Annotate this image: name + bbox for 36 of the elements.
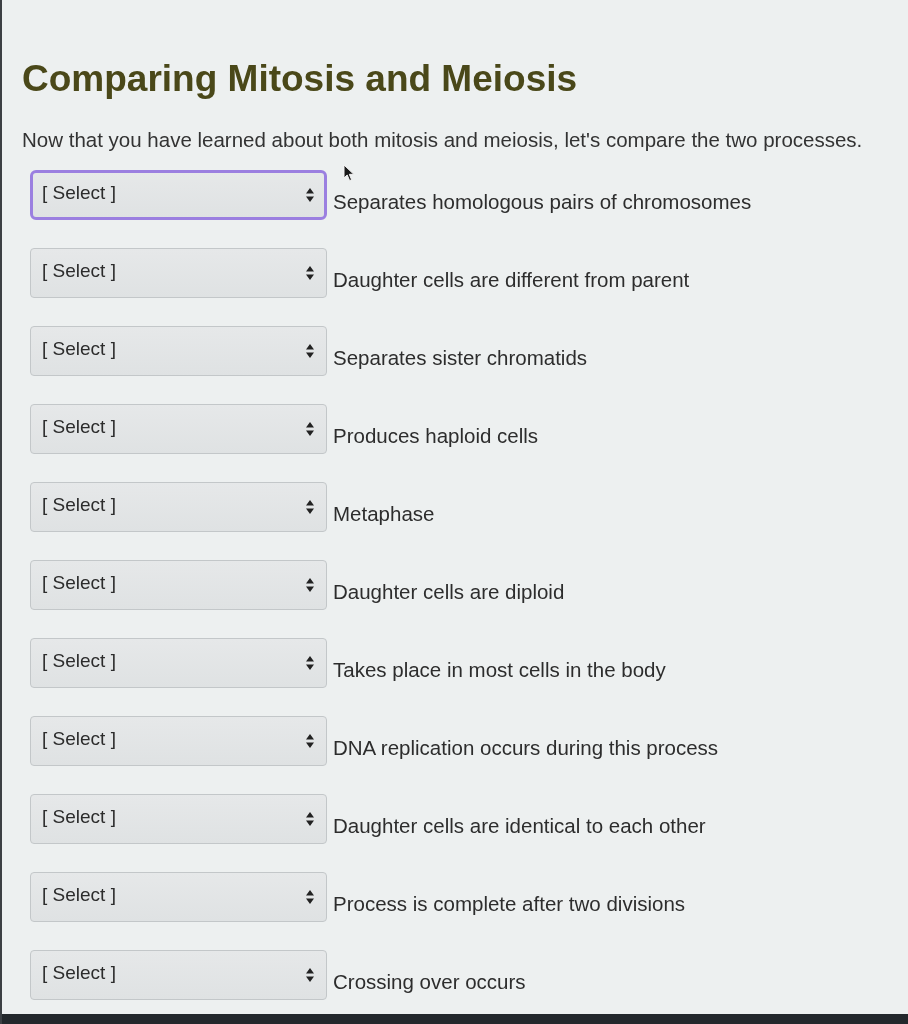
statement-text: Crossing over occurs — [333, 969, 526, 994]
statement-text: Metaphase — [333, 501, 435, 526]
up-down-arrows-icon — [306, 266, 314, 280]
statement-text: Produces haploid cells — [333, 423, 539, 448]
statement-text: Separates sister chromatids — [333, 345, 588, 370]
select-dropdown[interactable]: [ Select ] — [30, 248, 327, 298]
select-dropdown[interactable]: [ Select ] — [30, 482, 327, 532]
up-down-arrows-icon — [306, 344, 314, 358]
select-dropdown[interactable]: [ Select ] — [30, 560, 327, 610]
mouse-pointer-icon — [343, 164, 355, 182]
statement-text: Daughter cells are different from parent — [333, 267, 690, 292]
statement-text: Process is complete after two divisions — [333, 891, 686, 916]
page-title: Comparing Mitosis and Meiosis — [22, 57, 578, 101]
up-down-arrows-icon — [306, 500, 314, 514]
statement-text: Daughter cells are diploid — [333, 579, 565, 604]
select-dropdown[interactable]: [ Select ] — [30, 638, 327, 688]
select-dropdown[interactable]: [ Select ] — [30, 716, 327, 766]
up-down-arrows-icon — [306, 422, 314, 436]
up-down-arrows-icon — [306, 968, 314, 982]
select-dropdown[interactable]: [ Select ] — [30, 404, 327, 454]
up-down-arrows-icon — [306, 656, 314, 670]
up-down-arrows-icon — [306, 578, 314, 592]
select-dropdown[interactable]: [ Select ] — [30, 794, 327, 844]
statement-text: Daughter cells are identical to each other — [333, 813, 706, 838]
up-down-arrows-icon — [306, 734, 314, 748]
intro-text: Now that you have learned about both mitosis and meiosis, let's compare the two processes. — [22, 128, 863, 152]
statement-text: Separates homologous pairs of chromosomes — [333, 189, 752, 214]
select-dropdown[interactable]: [ Select ] — [30, 326, 327, 376]
statement-text: Takes place in most cells in the body — [333, 657, 666, 682]
select-dropdown[interactable]: [ Select ] — [30, 872, 327, 922]
up-down-arrows-icon — [306, 812, 314, 826]
select-dropdown[interactable]: [ Select ] — [30, 950, 327, 1000]
up-down-arrows-icon — [306, 890, 314, 904]
select-dropdown[interactable]: [ Select ] — [30, 170, 327, 220]
statement-text: DNA replication occurs during this process — [333, 735, 719, 760]
up-down-arrows-icon — [306, 188, 314, 202]
